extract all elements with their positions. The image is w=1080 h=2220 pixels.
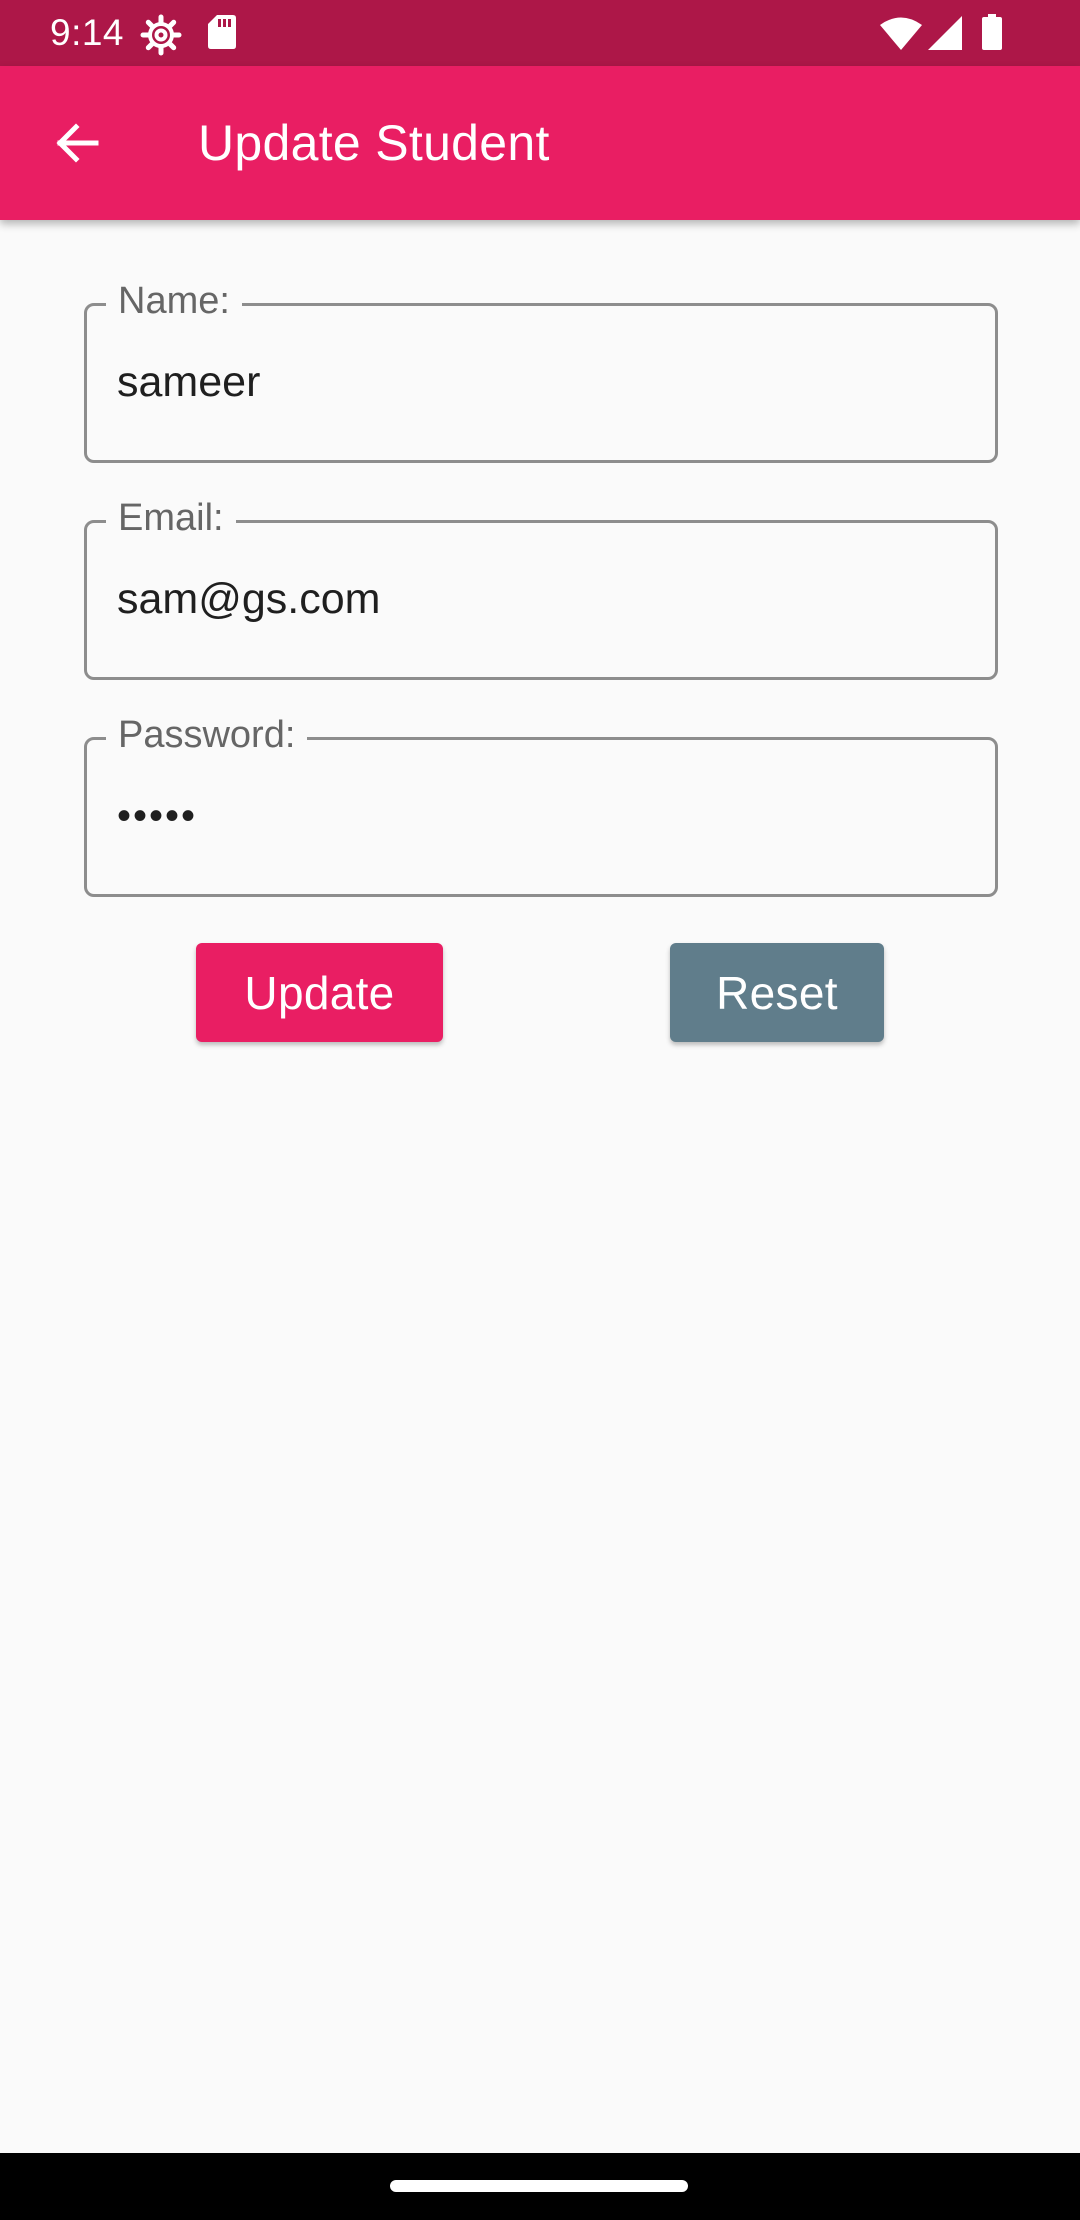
settings-gear-icon: [140, 14, 182, 56]
cellular-signal-icon: [928, 16, 962, 50]
back-button[interactable]: [36, 101, 120, 185]
page-title: Update Student: [198, 115, 550, 171]
password-input[interactable]: •••••: [117, 789, 967, 843]
email-input[interactable]: sam@gs.com: [117, 572, 967, 626]
update-button[interactable]: Update: [196, 943, 443, 1042]
sd-card-icon: [208, 15, 236, 49]
app-bar: Update Student: [0, 66, 1080, 220]
name-input[interactable]: sameer: [117, 355, 967, 409]
home-gesture-handle[interactable]: [390, 2180, 688, 2192]
password-field[interactable]: Password: •••••: [84, 713, 998, 897]
email-field[interactable]: Email: sam@gs.com: [84, 496, 998, 680]
wifi-icon: [880, 17, 922, 50]
status-bar: 9:14: [0, 0, 1080, 66]
arrow-back-icon: [56, 123, 99, 163]
name-label: Name:: [106, 279, 242, 323]
navigation-bar: [0, 2153, 1080, 2220]
battery-icon: [982, 14, 1002, 50]
status-time: 9:14: [50, 12, 125, 53]
email-label: Email:: [106, 496, 236, 540]
password-label: Password:: [106, 713, 308, 757]
name-field[interactable]: Name: sameer: [84, 279, 998, 463]
reset-button[interactable]: Reset: [670, 943, 884, 1042]
